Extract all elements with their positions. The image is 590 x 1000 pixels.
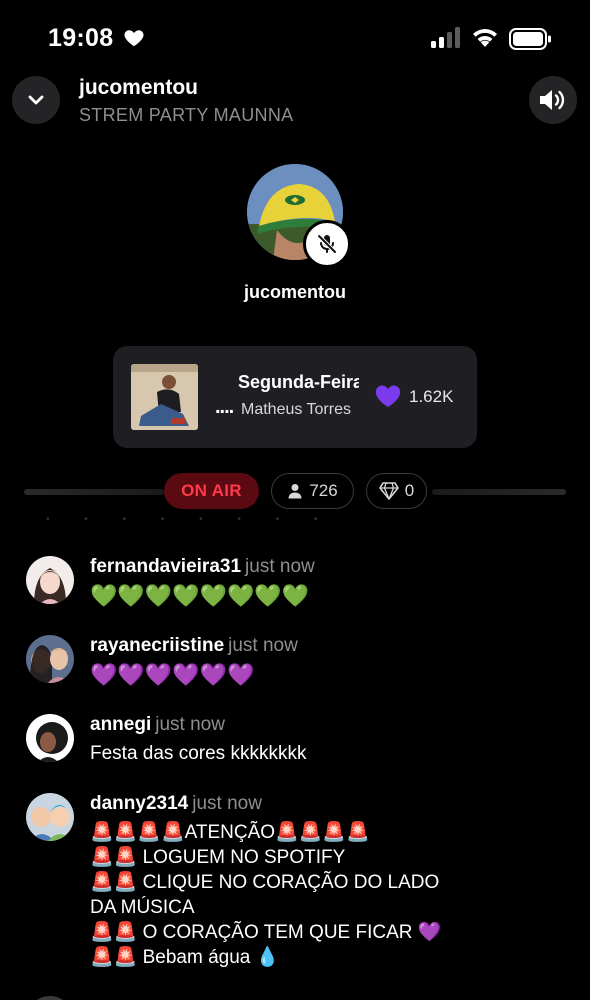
avatar-image <box>26 556 74 604</box>
song-title: Segunda-Feira <box>238 372 359 392</box>
viewer-count-pill[interactable]: 726 <box>271 473 354 509</box>
like-count: 1.62K <box>409 387 454 406</box>
comment-line: 💚💚💚💚💚💚💚💚 <box>90 583 310 608</box>
mic-muted-badge <box>303 220 351 268</box>
comment-time: just now <box>155 714 225 735</box>
room-title: jucomentou <box>79 76 198 99</box>
comment-line: 🚨🚨 O CORAÇÃO TEM QUE FICAR 💜 <box>90 922 442 943</box>
wifi-icon <box>473 29 497 47</box>
heart-icon <box>124 30 144 47</box>
comment-username[interactable]: fernandavieira31 <box>90 556 241 577</box>
heart-icon[interactable] <box>375 384 401 408</box>
host-name: jucomentou <box>244 282 346 302</box>
song-more-indicator: .... <box>215 396 234 418</box>
on-air-label: ON AIR <box>181 481 242 500</box>
comment-line: 🚨🚨🚨🚨ATENÇÃO🚨🚨🚨🚨 <box>90 822 370 843</box>
faded-content-indicator: • • • • • • • • <box>46 514 334 525</box>
commenter-avatar[interactable] <box>26 714 74 762</box>
song-artist: Matheus Torres <box>241 401 351 418</box>
commenter-avatar[interactable] <box>26 556 74 604</box>
commenter-avatar[interactable] <box>26 635 74 683</box>
comment-line: 🚨🚨 Bebam água 💧 <box>90 947 280 968</box>
collapse-button[interactable] <box>12 76 60 124</box>
comment-line: DA MÚSICA <box>90 897 195 918</box>
comment-line: Festa das cores kkkkkkkk <box>90 743 307 764</box>
chevron-down-icon <box>28 95 44 105</box>
on-air-badge: ON AIR <box>164 473 259 509</box>
comment-line: 🚨🚨 CLIQUE NO CORAÇÃO DO LADO <box>90 872 440 893</box>
mic-off-icon <box>317 234 337 254</box>
avatar-image <box>26 635 74 683</box>
room-subtitle: STREM PARTY MAUNNA <box>79 105 294 125</box>
cellular-signal-icon <box>431 27 460 48</box>
comment-header: fernandavieira31 just now <box>90 556 315 578</box>
gem-count: 0 <box>404 481 415 500</box>
album-cover-image <box>131 364 198 430</box>
commenter-avatar[interactable] <box>26 793 74 841</box>
viewer-count: 726 <box>309 481 338 500</box>
gem-count-pill[interactable]: 0 <box>366 473 427 509</box>
comment-header: rayanecriistine just now <box>90 635 298 657</box>
comment-text: Festa das cores kkkkkkkk <box>90 741 490 766</box>
comment-text: 💜💜💜💜💜💜 <box>90 662 490 687</box>
room-header: jucomentou STREM PARTY MAUNNA <box>0 72 590 134</box>
status-time: 19:08 <box>48 24 114 52</box>
comment-time: just now <box>228 635 298 656</box>
comment-username[interactable]: annegi <box>90 714 151 735</box>
battery-icon <box>509 28 551 50</box>
comment-username[interactable]: danny2314 <box>90 793 188 814</box>
comment-header: annegi just now <box>90 714 225 736</box>
divider <box>432 489 566 495</box>
avatar-image <box>26 793 74 841</box>
now-playing-card[interactable]: Segunda-Feira .... Matheus Torres 1.62K <box>113 346 477 448</box>
volume-button[interactable] <box>529 76 577 124</box>
avatar-image <box>26 714 74 762</box>
commenter-avatar[interactable] <box>26 996 74 1000</box>
comment-time: just now <box>245 556 315 577</box>
comment-text: 🚨🚨🚨🚨ATENÇÃO🚨🚨🚨🚨 🚨🚨 LOGUEM NO SPOTIFY 🚨🚨 … <box>90 820 490 970</box>
comment-text: 💚💚💚💚💚💚💚💚 <box>90 583 490 608</box>
status-bar: 19:08 <box>0 0 590 72</box>
diamond-icon <box>378 482 399 500</box>
speaker-icon <box>540 90 565 110</box>
comment-line: 💜💜💜💜💜💜 <box>90 662 255 687</box>
person-icon <box>288 484 302 499</box>
comment-username[interactable]: rayanecriistine <box>90 635 224 656</box>
comment-line: 🚨🚨 LOGUEM NO SPOTIFY <box>90 847 346 868</box>
comment-time: just now <box>192 793 262 814</box>
album-cover <box>131 364 198 430</box>
comment-header: danny2314 just now <box>90 793 262 815</box>
divider <box>24 489 164 495</box>
